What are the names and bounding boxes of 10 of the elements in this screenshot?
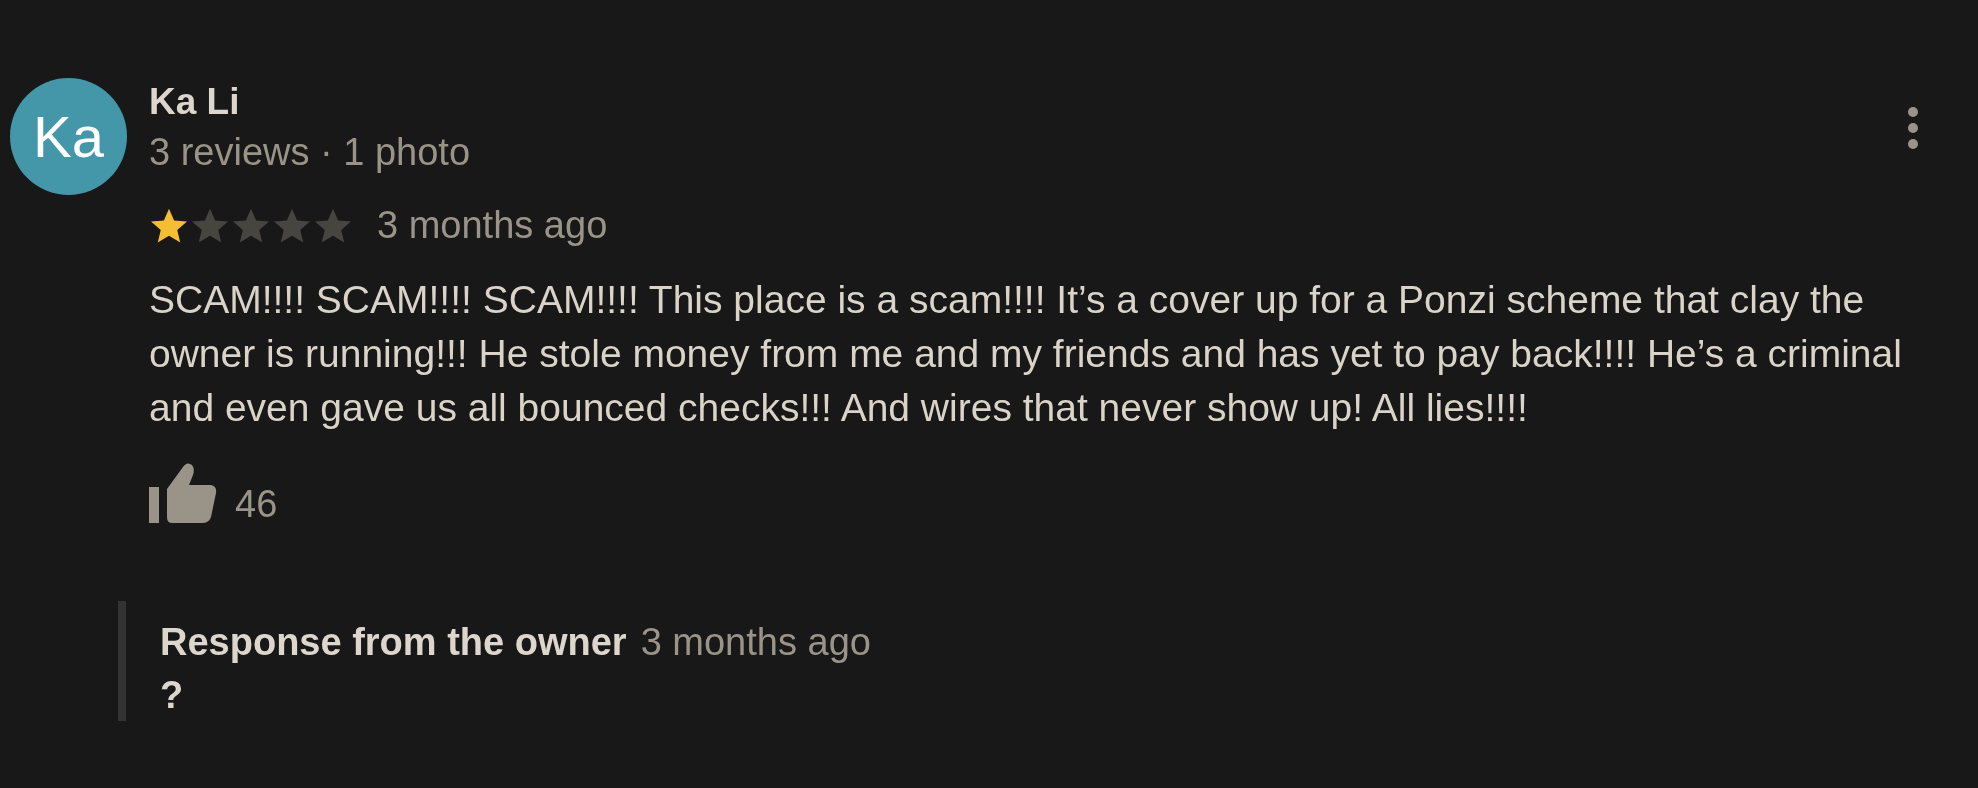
review-time: 3 months ago [377,204,608,247]
response-title: Response from the owner [160,621,627,664]
author-stats: 3 reviews · 1 photo [149,130,471,175]
more-options-icon[interactable] [1907,106,1919,150]
author-name[interactable]: Ka Li [149,78,471,126]
like-count: 46 [235,485,278,523]
response-text: ? [160,674,185,717]
review-text: SCAM!!!! SCAM!!!! SCAM!!!! This place is a scam!!!! It’s a cover up for a Ponzi scheme that clay the owner is running!!! He stole money from me and my friends and has yet to pay back!!!! He’s a criminal and even gave us all bounced checks!!! And wires that never show up! All lies!!!! [149,277,1903,431]
response-time: 3 months ago [640,621,871,664]
thumbs-up-icon[interactable] [149,461,217,523]
